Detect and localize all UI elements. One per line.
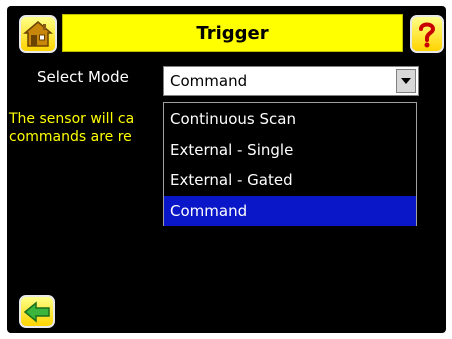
option-command[interactable]: Command — [164, 195, 416, 226]
option-external-gated[interactable]: External - Gated — [164, 165, 416, 196]
help-button[interactable] — [410, 15, 444, 53]
select-mode-dropdown[interactable]: Command — [163, 66, 419, 96]
select-mode-label: Select Mode — [37, 68, 129, 86]
option-continuous-scan[interactable]: Continuous Scan — [164, 104, 416, 135]
trigger-description-line2: commands are re — [9, 129, 132, 145]
mode-options-list: Continuous Scan External - Single Extern… — [163, 102, 417, 226]
option-external-single[interactable]: External - Single — [164, 135, 416, 166]
select-mode-value: Command — [170, 72, 248, 90]
trigger-description: The sensor will ca commands are re — [9, 110, 169, 146]
screen: Trigger Select Mode Command The sensor w… — [7, 6, 446, 333]
help-icon — [419, 22, 436, 48]
trigger-description-line1: The sensor will ca — [9, 111, 135, 127]
home-button[interactable] — [19, 15, 57, 53]
page-title: Trigger — [62, 14, 403, 52]
chevron-down-icon — [401, 78, 411, 84]
home-icon — [23, 21, 53, 47]
back-button[interactable] — [19, 295, 55, 328]
dropdown-arrow-button[interactable] — [396, 69, 416, 93]
back-arrow-icon — [23, 300, 50, 323]
